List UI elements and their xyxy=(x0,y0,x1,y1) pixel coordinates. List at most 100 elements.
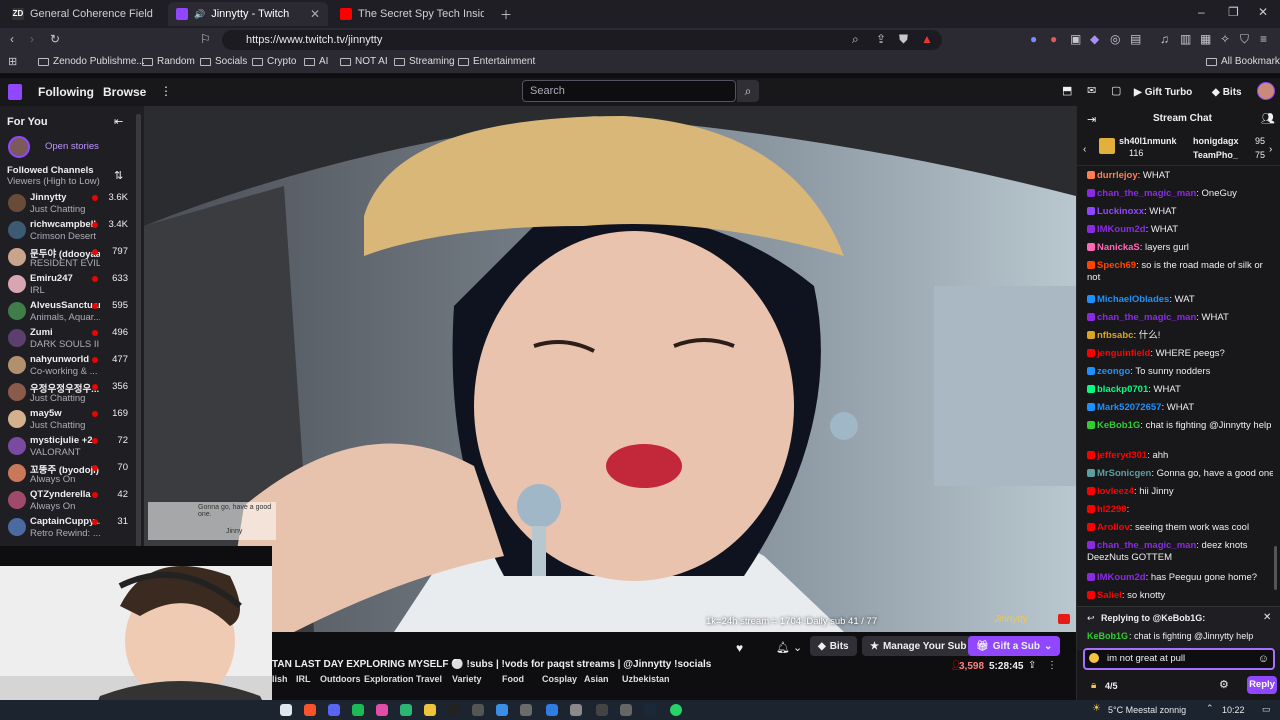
chat-username[interactable]: IMKoum2d xyxy=(1097,224,1146,235)
chat-username[interactable]: durrlejoy xyxy=(1097,170,1138,181)
chat-message[interactable]: chan_the_magic_man: OneGuy xyxy=(1087,188,1273,200)
chat-message[interactable]: Mark52072657: WHAT xyxy=(1087,402,1273,414)
extension-icon[interactable]: ▤ xyxy=(1130,32,1141,46)
close-tab-icon[interactable]: ✕ xyxy=(310,7,320,21)
sidebar-channel[interactable]: nahyunworld Co-working & ... 477 xyxy=(0,352,142,379)
sidebar-channel[interactable]: Zumi DARK SOULS III 496 xyxy=(0,325,142,352)
chat-username[interactable]: chan_the_magic_man xyxy=(1097,312,1196,323)
chat-message[interactable]: Arollov: seeing them work was cool xyxy=(1087,522,1273,534)
browser-tab-zenodo[interactable]: ZD General Coherence Field Theory (GC xyxy=(4,2,164,26)
chat-message[interactable]: durrlejoy: WHAT xyxy=(1087,170,1273,182)
stream-tag[interactable]: Uzbekistan xyxy=(622,674,670,684)
twitch-logo-icon[interactable] xyxy=(8,84,22,100)
extension-icon[interactable]: ● xyxy=(1030,32,1037,46)
browser-tab-youtube[interactable]: The Secret Spy Tech Inside Every Cre xyxy=(332,2,492,26)
chat-message[interactable]: Saliel: so knotty xyxy=(1087,590,1273,602)
chat-username[interactable]: chan_the_magic_man xyxy=(1097,188,1196,199)
sidebar-channel[interactable]: 우정우정우정우... Just Chatting 356 xyxy=(0,379,142,406)
new-tab-icon[interactable]: ＋ xyxy=(500,6,512,23)
sidebar-channel[interactable]: may5w Just Chatting 169 xyxy=(0,406,142,433)
app-icon[interactable] xyxy=(570,704,582,716)
bookmark-item[interactable]: Socials xyxy=(200,56,247,67)
stream-tag[interactable]: Asian xyxy=(584,674,609,684)
shield-icon[interactable]: ⛊ xyxy=(899,32,908,47)
bookmark-icon[interactable]: ⚐ xyxy=(200,32,211,46)
vpn-shield-icon[interactable]: ⛉ xyxy=(1240,32,1249,47)
more-options-icon[interactable]: ⋮ xyxy=(1047,660,1057,671)
chat-message[interactable]: IMKoum2d: has Peeguu gone home? xyxy=(1087,572,1273,584)
chat-message[interactable]: hl2299: xyxy=(1087,504,1273,516)
stream-tag[interactable]: Travel xyxy=(416,674,442,684)
bookmark-item[interactable]: Zenodo Publishme... xyxy=(38,56,145,67)
extension-icon[interactable]: ▣ xyxy=(1070,32,1081,46)
chat-username[interactable]: Mark52072657 xyxy=(1097,402,1161,413)
apps-grid-icon[interactable]: ⊞ xyxy=(8,55,17,68)
chat-input[interactable]: im not great at pull ☺ xyxy=(1083,648,1275,670)
spotify-icon[interactable] xyxy=(352,704,364,716)
chat-settings-icon[interactable]: ⚙ xyxy=(1219,678,1229,691)
file-explorer-icon[interactable] xyxy=(280,704,292,716)
browser-tab-twitch[interactable]: 🔊 Jinnytty - Twitch ✕ xyxy=(168,2,328,26)
chat-username[interactable]: jenguinfield xyxy=(1097,348,1150,359)
chat-message[interactable]: jefferyd301: ahh xyxy=(1087,450,1273,462)
sidebar-channel[interactable]: Jinnytty Just Chatting 3.6K xyxy=(0,190,142,217)
app-icon[interactable] xyxy=(448,704,460,716)
chat-message[interactable]: nfbsabc: 什么! xyxy=(1087,330,1273,342)
wallet-icon[interactable]: ▦ xyxy=(1200,32,1211,46)
chat-message[interactable]: KeBob1G: chat is fighting @Jinnytty help xyxy=(1087,420,1273,432)
app-icon[interactable] xyxy=(424,704,436,716)
sidebar-channel[interactable]: richwcampbell Crimson Desert 3.4K xyxy=(0,217,142,244)
app-icon[interactable] xyxy=(596,704,608,716)
more-icon[interactable]: ⋮ xyxy=(160,84,172,98)
minimize-icon[interactable]: – xyxy=(1198,5,1205,19)
chat-username[interactable]: Spech69 xyxy=(1097,260,1136,271)
chat-username[interactable]: MrSonicgen xyxy=(1097,468,1151,479)
brave-icon[interactable] xyxy=(304,704,316,716)
chat-message[interactable]: NanickaS: layers gurl xyxy=(1087,242,1273,254)
app-icon[interactable] xyxy=(496,704,508,716)
chat-message[interactable]: MrSonicgen: Gonna go, have a good one. xyxy=(1087,468,1273,480)
follow-heart-icon[interactable]: ♥ xyxy=(736,641,743,655)
prime-crown-icon[interactable]: ⬒ xyxy=(1062,84,1072,97)
tray-chevron-icon[interactable]: ⌃ xyxy=(1206,703,1214,714)
app-icon[interactable] xyxy=(620,704,632,716)
chat-message[interactable]: Luckinoxx: WHAT xyxy=(1087,206,1273,218)
whatsapp-icon[interactable] xyxy=(670,704,682,716)
bookmark-item[interactable]: NOT AI xyxy=(340,56,388,67)
app-icon[interactable] xyxy=(472,704,484,716)
media-icon[interactable]: ♫ xyxy=(1160,32,1169,46)
stream-tag[interactable]: Outdoors xyxy=(320,674,361,684)
bits-button[interactable]: ◆ Bits xyxy=(810,636,857,656)
chat-message[interactable]: MichaelOblades: WAT xyxy=(1087,294,1273,306)
zoom-icon[interactable]: ⌕ xyxy=(852,32,859,47)
notification-icon[interactable]: ▭ xyxy=(1262,704,1271,715)
bookmark-item[interactable]: AI xyxy=(304,56,328,67)
gift-turbo-button[interactable]: ▶ Gift Turbo xyxy=(1134,82,1192,102)
sidebar-channel[interactable]: 꼬뚱주 (byodoji) Always On 70 xyxy=(0,460,142,487)
chat-scrollbar[interactable] xyxy=(1274,546,1277,590)
url-field[interactable]: https://www.twitch.tv/jinnytty xyxy=(222,30,942,50)
sidebar-channel[interactable]: mysticjulie +2 VALORANT 72 xyxy=(0,433,142,460)
chat-username[interactable]: jefferyd301 xyxy=(1097,450,1147,461)
chat-message[interactable]: lovleez4: hii Jinny xyxy=(1087,486,1273,498)
chat-username[interactable]: chan_the_magic_man xyxy=(1097,540,1196,551)
sidebar-channel[interactable]: QTZynderella Always On 42 xyxy=(0,487,142,514)
community-icon[interactable]: 👥︎ xyxy=(1261,112,1275,125)
search-icon[interactable]: ⌕ xyxy=(737,80,759,102)
menu-icon[interactable]: ≡ xyxy=(1260,32,1267,46)
restore-icon[interactable]: ❐ xyxy=(1228,5,1239,19)
notification-bell-icon[interactable]: 🔔︎ ⌄ xyxy=(776,641,802,654)
sidebar-channel[interactable]: Emiru247 IRL 633 xyxy=(0,271,142,298)
close-window-icon[interactable]: ✕ xyxy=(1258,5,1268,19)
manage-sub-button[interactable]: ★ Manage Your Sub xyxy=(862,636,975,656)
extension-icon[interactable]: ◆ xyxy=(1090,32,1099,46)
stories-avatar[interactable] xyxy=(8,136,30,158)
bits-button[interactable]: ◆ Bits xyxy=(1212,82,1242,102)
video-player[interactable]: Gonna go, have a good one. Jinny 1k=24h … xyxy=(144,106,1076,632)
bookmark-item[interactable]: Streaming xyxy=(394,56,455,67)
chat-message[interactable]: Spech69: so is the road made of silk or … xyxy=(1087,260,1273,284)
app-icon[interactable] xyxy=(546,704,558,716)
sidebar-channel[interactable]: AlveusSanctuary Animals, Aquar... 595 xyxy=(0,298,142,325)
sidebar-icon[interactable]: ▥ xyxy=(1180,32,1191,46)
app-icon[interactable] xyxy=(400,704,412,716)
